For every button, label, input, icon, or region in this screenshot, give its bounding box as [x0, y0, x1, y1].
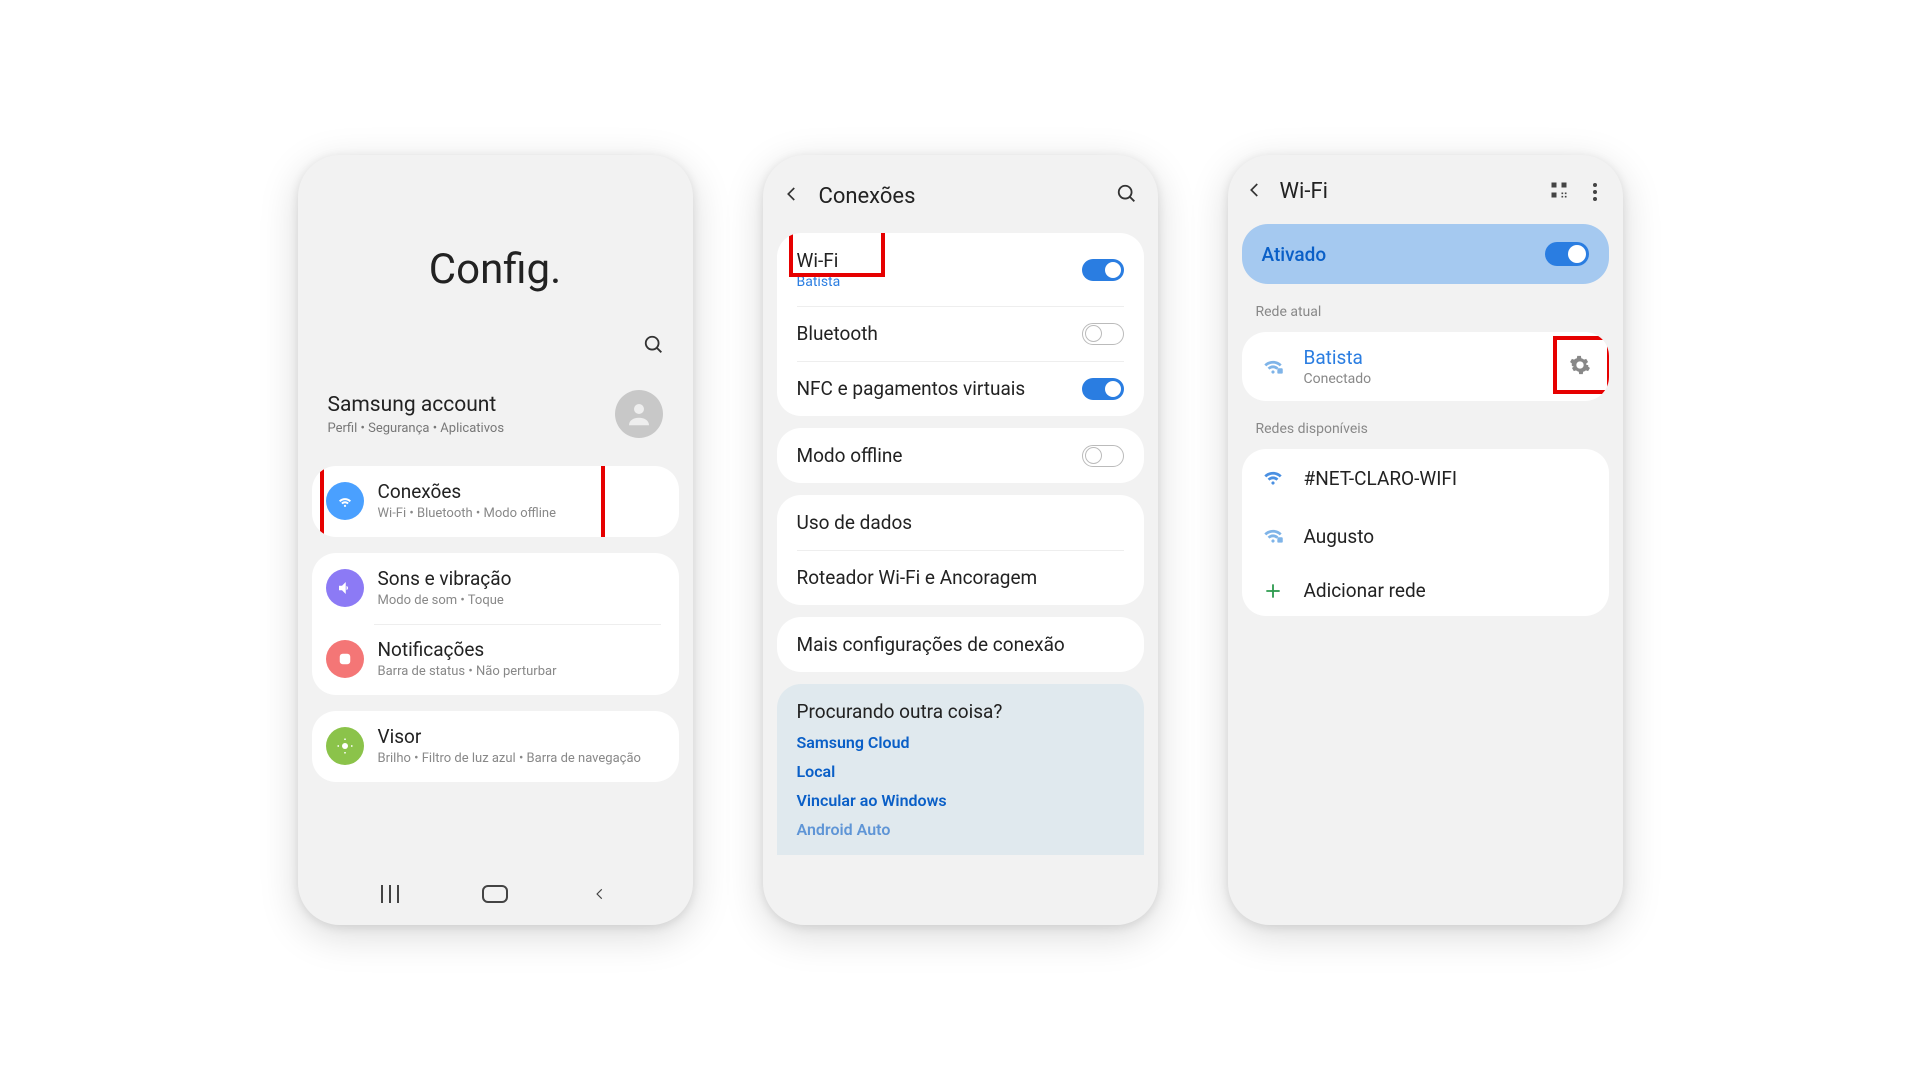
conn-card-3: Uso de dados Roteador Wi-Fi e Ancoragem: [777, 495, 1144, 605]
samsung-account-row[interactable]: Samsung account Perfil • Segurança • Apl…: [312, 378, 679, 450]
current-network-card: Batista Conectado: [1242, 332, 1609, 401]
settings-card-display: Visor Brilho • Filtro de luz azul • Barr…: [312, 711, 679, 782]
nfc-toggle[interactable]: [1082, 378, 1124, 400]
network-row-1[interactable]: Augusto: [1242, 507, 1609, 565]
phone-settings: Config. Samsung account Perfil • Seguran…: [298, 155, 693, 925]
current-network-name: Batista: [1304, 346, 1372, 369]
notif-text: Notificações Barra de status • Não pertu…: [378, 638, 557, 681]
conn-card-4: Mais configurações de conexão: [777, 617, 1144, 672]
wifi-signal-secure-icon: [1260, 352, 1286, 382]
data-row[interactable]: Uso de dados: [777, 495, 1144, 550]
plus-icon: [1260, 581, 1286, 601]
sound-row[interactable]: Sons e vibração Modo de som • Toque: [312, 553, 679, 624]
network-name-0: #NET-CLARO-WIFI: [1304, 467, 1458, 490]
phone-wifi: Wi-Fi Ativado Rede atual Batista Conecta…: [1228, 155, 1623, 925]
available-networks-label: Redes disponíveis: [1256, 421, 1623, 437]
nav-recents-button[interactable]: [377, 885, 403, 903]
nfc-row[interactable]: NFC e pagamentos virtuais: [777, 361, 1144, 416]
back-icon[interactable]: [1246, 181, 1264, 203]
display-text: Visor Brilho • Filtro de luz azul • Barr…: [378, 725, 641, 768]
wifi-signal-secure-icon: [1260, 521, 1286, 551]
available-networks-card: #NET-CLARO-WIFI Augusto Adicionar rede: [1242, 449, 1609, 616]
settings-card-two: Sons e vibração Modo de som • Toque Noti…: [312, 553, 679, 695]
display-row[interactable]: Visor Brilho • Filtro de luz azul • Barr…: [312, 711, 679, 782]
offline-toggle[interactable]: [1082, 445, 1124, 467]
phone-connections: Conexões Wi-Fi Batista Bluetooth NFC e p…: [763, 155, 1158, 925]
display-title: Visor: [378, 725, 641, 748]
wifi-icon: [326, 482, 364, 520]
connections-header: Conexões: [763, 155, 1158, 227]
display-sub: Brilho • Filtro de luz azul • Barra de n…: [378, 751, 641, 768]
current-network-status: Conectado: [1304, 371, 1372, 387]
display-icon: [326, 727, 364, 765]
help-link-samsungcloud[interactable]: Samsung Cloud: [797, 733, 1124, 752]
more-icon[interactable]: [1585, 183, 1605, 201]
sound-text: Sons e vibração Modo de som • Toque: [378, 567, 512, 610]
qr-icon[interactable]: [1549, 180, 1569, 204]
account-title: Samsung account: [328, 393, 505, 417]
offline-row[interactable]: Modo offline: [777, 428, 1144, 483]
page-title: Wi-Fi: [1280, 179, 1533, 204]
wifi-master-toggle[interactable]: [1545, 242, 1589, 266]
search-icon[interactable]: [1116, 183, 1138, 209]
more-conn-row[interactable]: Mais configurações de conexão: [777, 617, 1144, 672]
help-link-windows[interactable]: Vincular ao Windows: [797, 791, 1124, 810]
nfc-title: NFC e pagamentos virtuais: [797, 377, 1026, 400]
wifi-activated-card[interactable]: Ativado: [1242, 224, 1609, 284]
conn-card-2: Modo offline: [777, 428, 1144, 483]
wifi-header: Wi-Fi: [1228, 155, 1623, 218]
account-subtitle: Perfil • Segurança • Aplicativos: [328, 421, 505, 436]
offline-title: Modo offline: [797, 444, 903, 467]
wifi-row[interactable]: Wi-Fi Batista: [777, 233, 1144, 306]
help-link-androidauto[interactable]: Android Auto: [797, 820, 1124, 839]
network-row-0[interactable]: #NET-CLARO-WIFI: [1242, 449, 1609, 507]
connections-title: Conexões: [378, 480, 556, 503]
more-conn-title: Mais configurações de conexão: [797, 633, 1065, 656]
network-name-1: Augusto: [1304, 525, 1375, 548]
connections-row[interactable]: Conexões Wi-Fi • Bluetooth • Modo offlin…: [312, 466, 679, 537]
current-network-text: Batista Conectado: [1304, 346, 1372, 387]
router-row[interactable]: Roteador Wi-Fi e Ancoragem: [777, 550, 1144, 605]
settings-card-conn: Conexões Wi-Fi • Bluetooth • Modo offlin…: [312, 466, 679, 537]
android-navbar: [298, 869, 693, 925]
sound-title: Sons e vibração: [378, 567, 512, 590]
sound-sub: Modo de som • Toque: [378, 593, 512, 610]
bluetooth-title: Bluetooth: [797, 322, 878, 345]
wifi-toggle[interactable]: [1082, 259, 1124, 281]
nav-back-button[interactable]: [587, 887, 613, 901]
help-card: Procurando outra coisa? Samsung Cloud Lo…: [777, 684, 1144, 855]
highlight-wifi: [789, 233, 885, 277]
notif-icon: [326, 640, 364, 678]
connections-text: Conexões Wi-Fi • Bluetooth • Modo offlin…: [378, 480, 556, 523]
notif-row[interactable]: Notificações Barra de status • Não pertu…: [312, 624, 679, 695]
bluetooth-row[interactable]: Bluetooth: [777, 306, 1144, 361]
conn-card-1: Wi-Fi Batista Bluetooth NFC e pagamentos…: [777, 233, 1144, 416]
router-title: Roteador Wi-Fi e Ancoragem: [797, 566, 1038, 589]
data-title: Uso de dados: [797, 511, 913, 534]
add-network-row[interactable]: Adicionar rede: [1242, 565, 1609, 616]
current-network-row[interactable]: Batista Conectado: [1242, 332, 1609, 401]
back-icon[interactable]: [783, 185, 801, 207]
settings-title-area: Config.: [298, 155, 693, 294]
connections-sub: Wi-Fi • Bluetooth • Modo offline: [378, 506, 556, 523]
page-title: Conexões: [819, 184, 1116, 209]
account-text: Samsung account Perfil • Segurança • Apl…: [328, 393, 505, 436]
help-link-local[interactable]: Local: [797, 762, 1124, 781]
nav-home-button[interactable]: [482, 885, 508, 903]
page-title: Config.: [298, 245, 693, 294]
wifi-signal-icon: [1260, 463, 1286, 493]
search-icon[interactable]: [643, 334, 665, 360]
activated-label: Ativado: [1262, 243, 1327, 266]
bluetooth-toggle[interactable]: [1082, 323, 1124, 345]
help-title: Procurando outra coisa?: [797, 700, 1124, 723]
highlight-gear: [1553, 336, 1609, 394]
current-network-label: Rede atual: [1256, 304, 1623, 320]
add-network-label: Adicionar rede: [1304, 579, 1426, 602]
notif-title: Notificações: [378, 638, 557, 661]
sound-icon: [326, 569, 364, 607]
notif-sub: Barra de status • Não perturbar: [378, 664, 557, 681]
avatar[interactable]: [615, 390, 663, 438]
